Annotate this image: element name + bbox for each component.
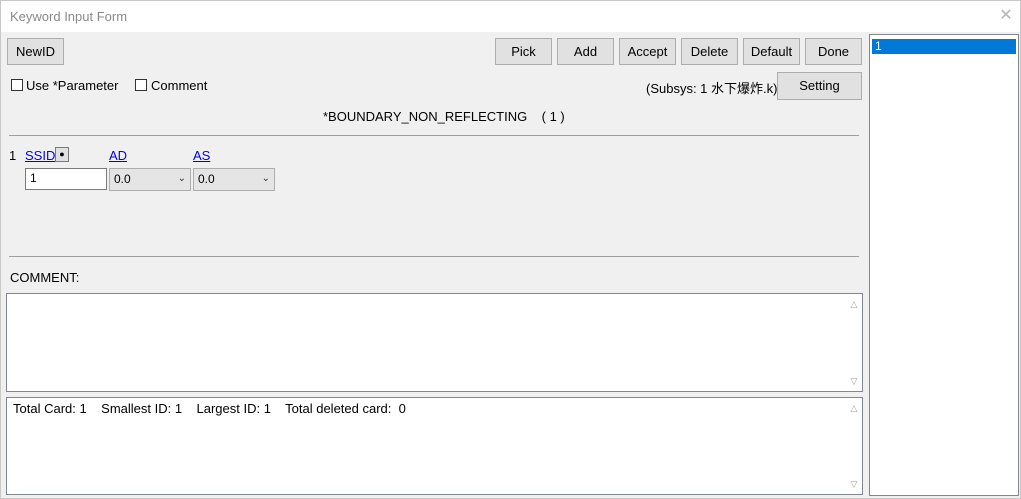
as-select-value: 0.0 [198,172,215,186]
use-parameter-label: Use *Parameter [26,78,119,93]
keyword-input-form-window: Keyword Input Form ✕ NewID Pick Add Acce… [0,0,1021,499]
scroll-up-icon[interactable]: △ [846,400,862,416]
divider [9,135,859,136]
add-button[interactable]: Add [557,38,614,65]
default-button[interactable]: Default [743,38,800,65]
comment-scrollbar[interactable]: △ ▽ [846,294,862,391]
window-title: Keyword Input Form [10,9,128,24]
ad-select[interactable]: 0.0 ⌄ [109,168,191,191]
chevron-down-icon: ⌄ [177,173,186,184]
newid-button[interactable]: NewID [7,38,64,65]
title-bar: Keyword Input Form ✕ [1,1,1020,32]
delete-button[interactable]: Delete [681,38,738,65]
status-scrollbar[interactable]: △ ▽ [846,398,862,494]
as-field-label[interactable]: AS [193,148,210,163]
keyword-heading: *BOUNDARY_NON_REFLECTING ( 1 ) [323,109,565,124]
divider [9,256,859,257]
status-text: Total Card: 1 Smallest ID: 1 Largest ID:… [13,401,406,416]
as-select[interactable]: 0.0 ⌄ [193,168,275,191]
ssid-pick-icon[interactable]: ● [55,147,69,162]
scroll-down-icon[interactable]: ▽ [846,476,862,492]
done-button[interactable]: Done [805,38,862,65]
setting-button[interactable]: Setting [777,72,862,100]
comment-label: COMMENT: [10,270,80,285]
list-item[interactable]: 1 [872,39,1016,54]
ssid-field-label[interactable]: SSID [25,148,55,163]
use-parameter-checkbox[interactable] [11,79,23,91]
subsys-info: (Subsys: 1 水下爆炸.k) [646,81,778,96]
card-row-number: 1 [9,148,17,163]
pick-button[interactable]: Pick [495,38,552,65]
scroll-up-icon[interactable]: △ [846,296,862,312]
chevron-down-icon: ⌄ [261,173,270,184]
comment-checkbox[interactable] [135,79,147,91]
id-list[interactable]: 1 [869,34,1019,496]
ssid-input[interactable]: 1 [25,168,107,190]
accept-button[interactable]: Accept [619,38,676,65]
comment-textarea[interactable]: △ ▽ [6,293,863,392]
close-icon[interactable]: ✕ [997,6,1015,26]
status-panel: Total Card: 1 Smallest ID: 1 Largest ID:… [6,397,863,495]
ad-field-label[interactable]: AD [109,148,127,163]
comment-checkbox-label: Comment [151,78,208,93]
ad-select-value: 0.0 [114,172,131,186]
scroll-down-icon[interactable]: ▽ [846,373,862,389]
